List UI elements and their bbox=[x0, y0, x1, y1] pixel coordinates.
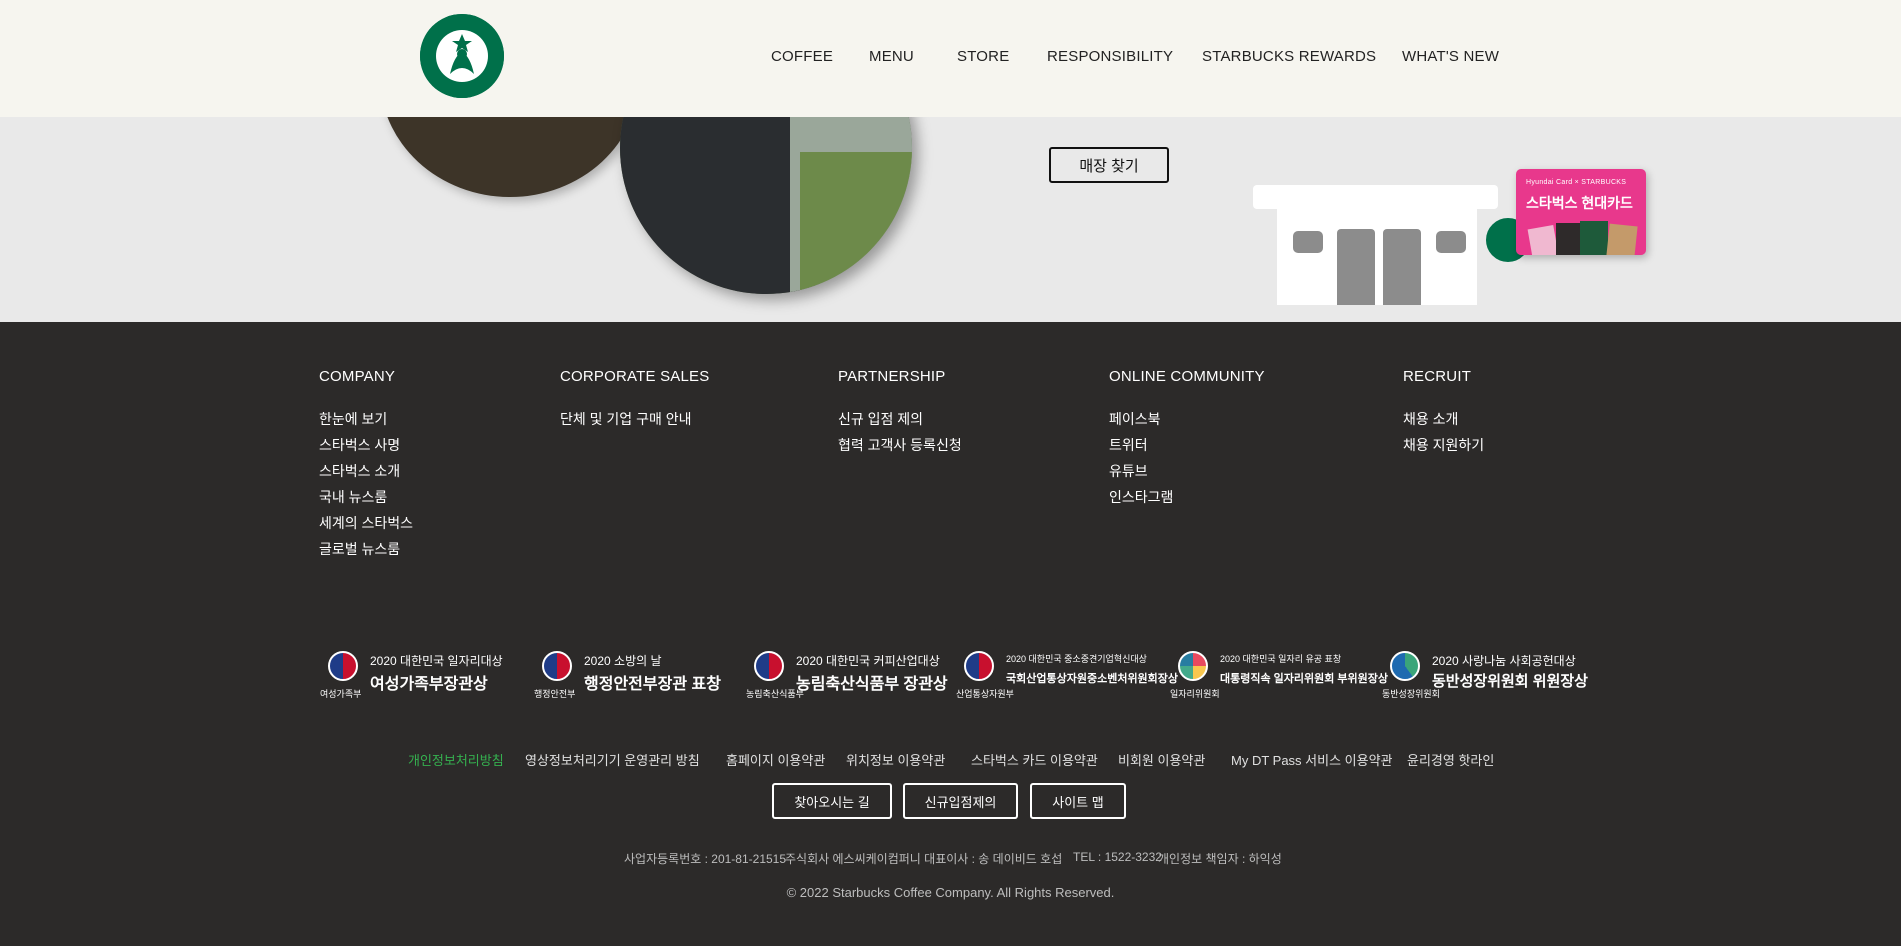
footer-link[interactable]: 국내 뉴스룸 bbox=[319, 484, 413, 510]
footer-link[interactable]: 페이스북 bbox=[1109, 406, 1265, 432]
drive-thru-photo bbox=[620, 117, 912, 294]
footer-link[interactable]: 단체 및 기업 구매 안내 bbox=[560, 406, 709, 432]
footer-link[interactable]: 채용 소개 bbox=[1403, 406, 1484, 432]
award-title: 2020 대한민국 중소중견기업혁신대상 bbox=[1006, 654, 1147, 664]
award-title: 2020 대한민국 커피산업대상 bbox=[796, 654, 940, 668]
card-images bbox=[1527, 219, 1640, 255]
site-footer: COMPANY 한눈에 보기 스타벅스 사명 스타벅스 소개 국내 뉴스룸 세계… bbox=[0, 322, 1901, 946]
footer-link[interactable]: 세계의 스타벅스 bbox=[319, 510, 413, 536]
footer-column-title: COMPANY bbox=[319, 368, 396, 385]
award-title: 2020 대한민국 일자리 유공 표창 bbox=[1220, 654, 1342, 664]
award-name: 농림축산식품부 장관상 bbox=[796, 676, 948, 693]
business-reg-number: 사업자등록번호 : 201-81-21515 bbox=[624, 852, 787, 866]
government-emblem-icon bbox=[328, 651, 358, 681]
award-name: 동반성장위원회 위원장상 bbox=[1432, 673, 1588, 690]
card-terms-link[interactable]: 스타벅스 카드 이용약관 bbox=[971, 750, 1098, 769]
footer-column-company: COMPANY 한눈에 보기 스타벅스 사명 스타벅스 소개 국내 뉴스룸 세계… bbox=[319, 368, 413, 562]
footer-column-title: PARTNERSHIP bbox=[838, 368, 946, 385]
non-member-terms-link[interactable]: 비회원 이용약관 bbox=[1118, 750, 1205, 769]
award-title: 2020 소방의 날 bbox=[584, 654, 662, 668]
partnership-committee-emblem-icon bbox=[1390, 651, 1420, 681]
phone-number: TEL : 1522-3232 bbox=[1073, 850, 1162, 864]
nav-item-coffee[interactable]: COFFEE bbox=[771, 48, 833, 65]
footer-link[interactable]: 트위터 bbox=[1109, 432, 1265, 458]
award-name: 대통령직속 일자리위원회 부위원장상 bbox=[1220, 673, 1389, 685]
directions-button[interactable]: 찾아오시는 길 bbox=[772, 783, 892, 819]
dt-pass-terms-link[interactable]: My DT Pass 서비스 이용약관 bbox=[1231, 750, 1393, 769]
government-emblem-icon bbox=[542, 651, 572, 681]
copyright: © 2022 Starbucks Coffee Company. All Rig… bbox=[786, 885, 1115, 900]
footer-column-recruit: RECRUIT 채용 소개 채용 지원하기 bbox=[1403, 368, 1484, 458]
footer-link[interactable]: 인스타그램 bbox=[1109, 484, 1265, 510]
award-name: 행정안전부장관 표창 bbox=[584, 676, 721, 693]
find-store-button[interactable]: 매장 찾기 bbox=[1049, 147, 1169, 183]
footer-column-title: ONLINE COMMUNITY bbox=[1109, 368, 1265, 385]
privacy-officer: 개인정보 책임자 : 하익성 bbox=[1158, 852, 1282, 866]
card-title: 스타벅스 현대카드 bbox=[1526, 195, 1633, 211]
award-title: 2020 대한민국 일자리대상 bbox=[370, 654, 503, 668]
ethics-hotline-link[interactable]: 윤리경영 핫라인 bbox=[1407, 750, 1494, 769]
new-store-proposal-button[interactable]: 신규입점제의 bbox=[903, 783, 1018, 819]
company-ceo: 주식회사 에스씨케이컴퍼니 대표이사 : 송 데이비드 호섭 bbox=[785, 852, 1063, 866]
nav-item-whats-new[interactable]: WHAT'S NEW bbox=[1402, 48, 1499, 65]
nav-item-store[interactable]: STORE bbox=[957, 48, 1009, 65]
footer-column-corporate-sales: CORPORATE SALES 단체 및 기업 구매 안내 bbox=[560, 368, 709, 432]
footer-link[interactable]: 신규 입점 제의 bbox=[838, 406, 962, 432]
award-name: 국회산업통상자원중소벤처위원회장상 bbox=[1006, 673, 1179, 685]
homepage-terms-link[interactable]: 홈페이지 이용약관 bbox=[726, 750, 825, 769]
cctv-policy-link[interactable]: 영상정보처리기기 운영관리 방침 bbox=[525, 750, 700, 769]
hyundai-card-banner[interactable]: Hyundai Card × STARBUCKS 스타벅스 현대카드 bbox=[1516, 169, 1646, 255]
award-org: 행정안전부 bbox=[534, 689, 576, 699]
award-org: 여성가족부 bbox=[320, 689, 362, 699]
nav-item-starbucks-rewards[interactable]: STARBUCKS REWARDS bbox=[1202, 48, 1376, 65]
footer-column-title: CORPORATE SALES bbox=[560, 368, 710, 385]
starbucks-logo-icon[interactable] bbox=[420, 14, 504, 98]
footer-link[interactable]: 채용 지원하기 bbox=[1403, 432, 1484, 458]
footer-link[interactable]: 협력 고객사 등록신청 bbox=[838, 432, 962, 458]
government-emblem-icon bbox=[964, 651, 994, 681]
drive-thru-photo-small bbox=[380, 117, 640, 197]
privacy-policy-link[interactable]: 개인정보처리방침 bbox=[408, 750, 504, 769]
award-title: 2020 사랑나눔 사회공헌대상 bbox=[1432, 654, 1576, 668]
sitemap-button[interactable]: 사이트 맵 bbox=[1030, 783, 1126, 819]
footer-column-partnership: PARTNERSHIP 신규 입점 제의 협력 고객사 등록신청 bbox=[838, 368, 962, 458]
nav-item-responsibility[interactable]: RESPONSIBILITY bbox=[1047, 48, 1173, 65]
awards-row: 여성가족부 2020 대한민국 일자리대상 여성가족부장관상 행정안전부 202… bbox=[320, 647, 1588, 703]
award-org: 산업통상자원부 bbox=[956, 689, 1014, 699]
government-emblem-icon bbox=[754, 651, 784, 681]
nav-item-menu[interactable]: MENU bbox=[869, 48, 914, 65]
location-terms-link[interactable]: 위치정보 이용약관 bbox=[846, 750, 945, 769]
footer-link[interactable]: 스타벅스 소개 bbox=[319, 458, 413, 484]
store-banner: 매장 찾기 Hyundai Card × STARBUCKS 스타벅스 현대카드 bbox=[0, 117, 1901, 322]
footer-column-title: RECRUIT bbox=[1403, 368, 1472, 385]
footer-link[interactable]: 한눈에 보기 bbox=[319, 406, 413, 432]
award-name: 여성가족부장관상 bbox=[370, 676, 488, 693]
footer-column-online-community: ONLINE COMMUNITY 페이스북 트위터 유튜브 인스타그램 bbox=[1109, 368, 1265, 510]
jobs-committee-emblem-icon bbox=[1178, 651, 1208, 681]
award-org: 일자리위원회 bbox=[1170, 689, 1220, 699]
card-brand: Hyundai Card × STARBUCKS bbox=[1526, 179, 1627, 186]
site-header: COFFEE MENU STORE RESPONSIBILITY STARBUC… bbox=[0, 0, 1901, 117]
footer-link[interactable]: 스타벅스 사명 bbox=[319, 432, 413, 458]
footer-link[interactable]: 유튜브 bbox=[1109, 458, 1265, 484]
footer-link[interactable]: 글로벌 뉴스룸 bbox=[319, 536, 413, 562]
